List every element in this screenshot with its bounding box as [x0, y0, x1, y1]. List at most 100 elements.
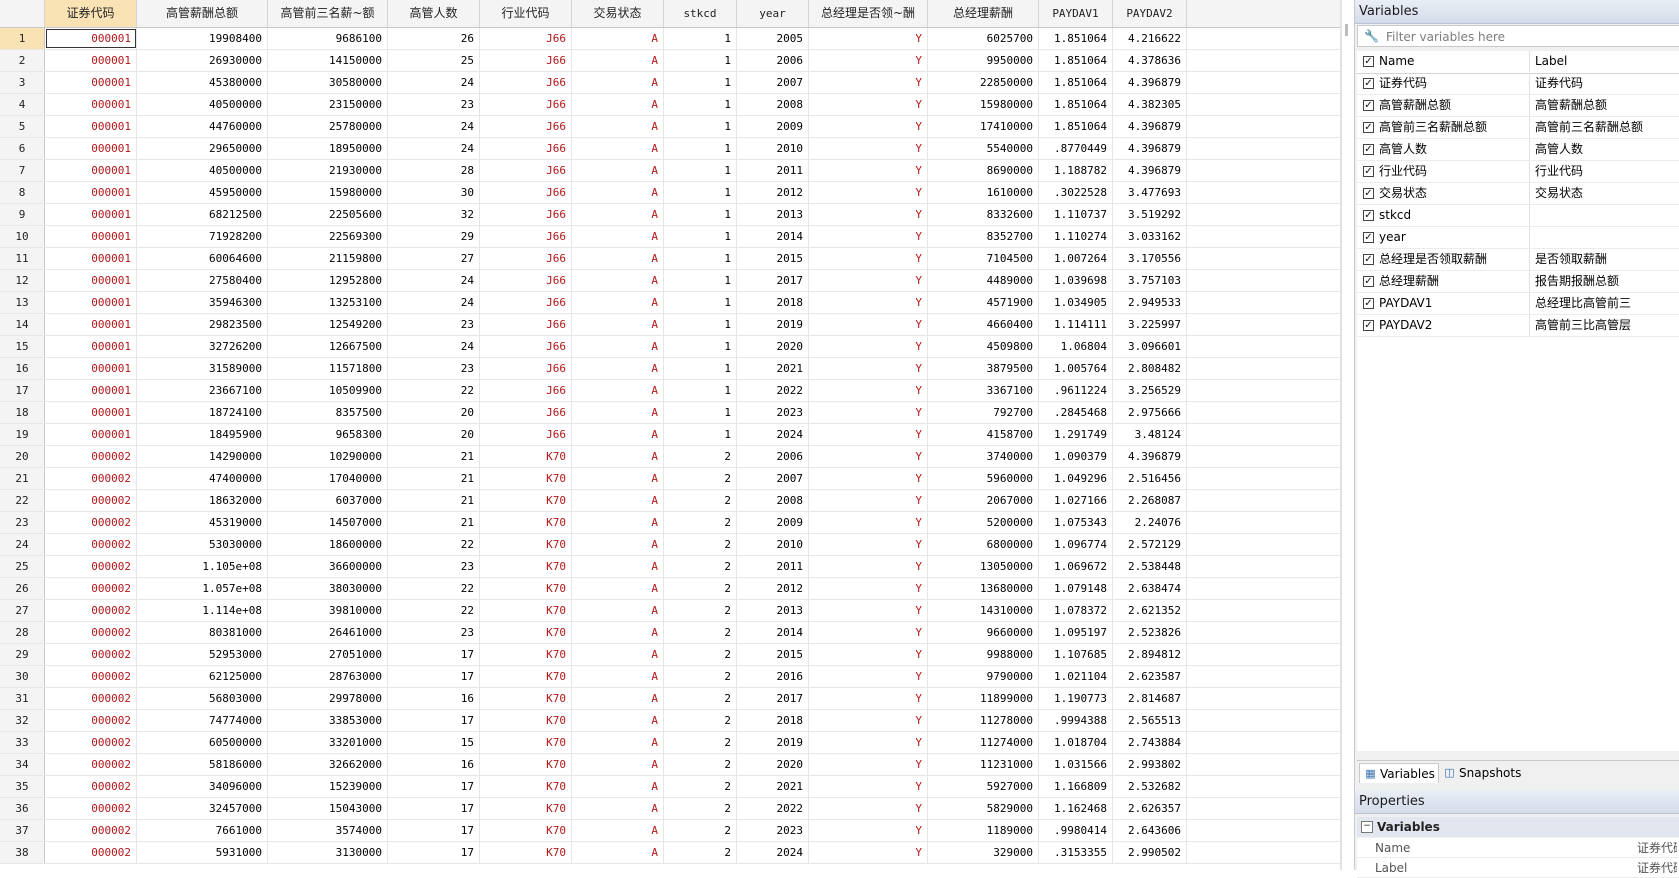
table-cell[interactable]: 1: [664, 402, 737, 423]
table-cell[interactable]: 2067000: [928, 490, 1039, 511]
table-cell[interactable]: 2012: [737, 182, 809, 203]
table-cell[interactable]: J66: [480, 50, 572, 71]
table-cell[interactable]: Y: [809, 512, 928, 533]
table-cell[interactable]: 2.993802: [1113, 754, 1187, 775]
table-cell[interactable]: Y: [809, 820, 928, 841]
column-header[interactable]: 高管薪酬总额: [137, 0, 268, 27]
table-cell[interactable]: 2.643606: [1113, 820, 1187, 841]
collapse-toggle-icon[interactable]: −: [1361, 821, 1373, 833]
name-column-header[interactable]: Name: [1379, 51, 1414, 72]
table-cell[interactable]: 15980000: [928, 94, 1039, 115]
table-cell[interactable]: 1.166809: [1039, 776, 1113, 797]
table-cell[interactable]: 45319000: [137, 512, 268, 533]
table-cell[interactable]: 1: [664, 314, 737, 335]
table-row[interactable]: 16 000001 31589000 11571800 23 J66 A 1 2021 Y 3879…: [0, 358, 1340, 380]
table-cell[interactable]: 12549200: [268, 314, 388, 335]
table-cell[interactable]: 6800000: [928, 534, 1039, 555]
table-cell[interactable]: 2007: [737, 468, 809, 489]
table-cell[interactable]: 1.114111: [1039, 314, 1113, 335]
table-cell[interactable]: 2009: [737, 512, 809, 533]
table-row[interactable]: 35 000002 34096000 15239000 17 K70 A 2 2021 Y 5927…: [0, 776, 1340, 798]
table-cell[interactable]: 1.075343: [1039, 512, 1113, 533]
table-cell[interactable]: 000002: [45, 688, 137, 709]
table-cell[interactable]: 4489000: [928, 270, 1039, 291]
table-cell[interactable]: J66: [480, 94, 572, 115]
table-cell[interactable]: Y: [809, 798, 928, 819]
table-cell[interactable]: 21: [388, 446, 480, 467]
table-cell[interactable]: 2.516456: [1113, 468, 1187, 489]
table-row[interactable]: 9 000001 68212500 22505600 32 J66 A 1 2013 Y 83326…: [0, 204, 1340, 226]
table-cell[interactable]: 32662000: [268, 754, 388, 775]
table-cell[interactable]: 20: [388, 402, 480, 423]
table-cell[interactable]: 2017: [737, 270, 809, 291]
table-cell[interactable]: Y: [809, 160, 928, 181]
table-cell[interactable]: 1.110274: [1039, 226, 1113, 247]
table-cell[interactable]: 000002: [45, 644, 137, 665]
table-cell[interactable]: 1.105e+08: [137, 556, 268, 577]
table-cell[interactable]: 29978000: [268, 688, 388, 709]
table-cell[interactable]: 000002: [45, 468, 137, 489]
row-number[interactable]: 34: [0, 754, 45, 775]
table-cell[interactable]: 30: [388, 182, 480, 203]
table-cell[interactable]: 1610000: [928, 182, 1039, 203]
table-cell[interactable]: 000002: [45, 842, 137, 863]
table-cell[interactable]: 2: [664, 732, 737, 753]
table-cell[interactable]: 2.538448: [1113, 556, 1187, 577]
table-cell[interactable]: 2024: [737, 842, 809, 863]
table-cell[interactable]: A: [572, 160, 664, 181]
table-cell[interactable]: 8690000: [928, 160, 1039, 181]
select-all-checkbox[interactable]: ✓: [1363, 56, 1374, 67]
table-cell[interactable]: 1.190773: [1039, 688, 1113, 709]
table-cell[interactable]: Y: [809, 710, 928, 731]
table-cell[interactable]: 22: [388, 380, 480, 401]
table-cell[interactable]: A: [572, 182, 664, 203]
table-cell[interactable]: 17: [388, 644, 480, 665]
table-cell[interactable]: 36600000: [268, 556, 388, 577]
table-cell[interactable]: 13253100: [268, 292, 388, 313]
tab-variables[interactable]: ▦ Variables: [1359, 763, 1439, 783]
table-cell[interactable]: 2020: [737, 754, 809, 775]
table-cell[interactable]: 1.039698: [1039, 270, 1113, 291]
table-cell[interactable]: 5960000: [928, 468, 1039, 489]
table-cell[interactable]: 1: [664, 94, 737, 115]
table-cell[interactable]: 26461000: [268, 622, 388, 643]
table-cell[interactable]: 12667500: [268, 336, 388, 357]
table-cell[interactable]: 000002: [45, 556, 137, 577]
table-cell[interactable]: 1: [664, 336, 737, 357]
table-row[interactable]: 29 000002 52953000 27051000 17 K70 A 2 2015 Y 9988…: [0, 644, 1340, 666]
table-row[interactable]: 34 000002 58186000 32662000 16 K70 A 2 2020 Y 1123…: [0, 754, 1340, 776]
variable-row[interactable]: ✓ PAYDAV1 总经理比高管前三: [1357, 293, 1679, 315]
table-cell[interactable]: A: [572, 204, 664, 225]
row-number[interactable]: 8: [0, 182, 45, 203]
table-cell[interactable]: 4.396879: [1113, 138, 1187, 159]
table-cell[interactable]: 2010: [737, 534, 809, 555]
variable-row[interactable]: ✓ stkcd: [1357, 205, 1679, 227]
table-row[interactable]: 14 000001 29823500 12549200 23 J66 A 1 2019 Y 4660…: [0, 314, 1340, 336]
row-number[interactable]: 11: [0, 248, 45, 269]
row-number[interactable]: 15: [0, 336, 45, 357]
row-number[interactable]: 17: [0, 380, 45, 401]
table-cell[interactable]: 34096000: [137, 776, 268, 797]
table-cell[interactable]: 2.268087: [1113, 490, 1187, 511]
table-cell[interactable]: A: [572, 402, 664, 423]
table-row[interactable]: 24 000002 53030000 18600000 22 K70 A 2 2010 Y 6800…: [0, 534, 1340, 556]
table-cell[interactable]: 2024: [737, 424, 809, 445]
variable-visible-checkbox[interactable]: ✓: [1363, 188, 1374, 199]
table-cell[interactable]: 000002: [45, 732, 137, 753]
table-cell[interactable]: 32: [388, 204, 480, 225]
table-cell[interactable]: .3153355: [1039, 842, 1113, 863]
table-cell[interactable]: K70: [480, 446, 572, 467]
table-cell[interactable]: 2.990502: [1113, 842, 1187, 863]
table-cell[interactable]: 3.48124: [1113, 424, 1187, 445]
table-row[interactable]: 25 000002 1.105e+08 36600000 23 K70 A 2 2011 Y 130…: [0, 556, 1340, 578]
table-cell[interactable]: 2.814687: [1113, 688, 1187, 709]
row-number[interactable]: 31: [0, 688, 45, 709]
table-row[interactable]: 38 000002 5931000 3130000 17 K70 A 2 2024 Y 329000…: [0, 842, 1340, 864]
table-cell[interactable]: 29823500: [137, 314, 268, 335]
table-cell[interactable]: 2020: [737, 336, 809, 357]
table-cell[interactable]: A: [572, 820, 664, 841]
table-cell[interactable]: 24: [388, 138, 480, 159]
table-cell[interactable]: K70: [480, 512, 572, 533]
table-cell[interactable]: Y: [809, 556, 928, 577]
row-number[interactable]: 18: [0, 402, 45, 423]
